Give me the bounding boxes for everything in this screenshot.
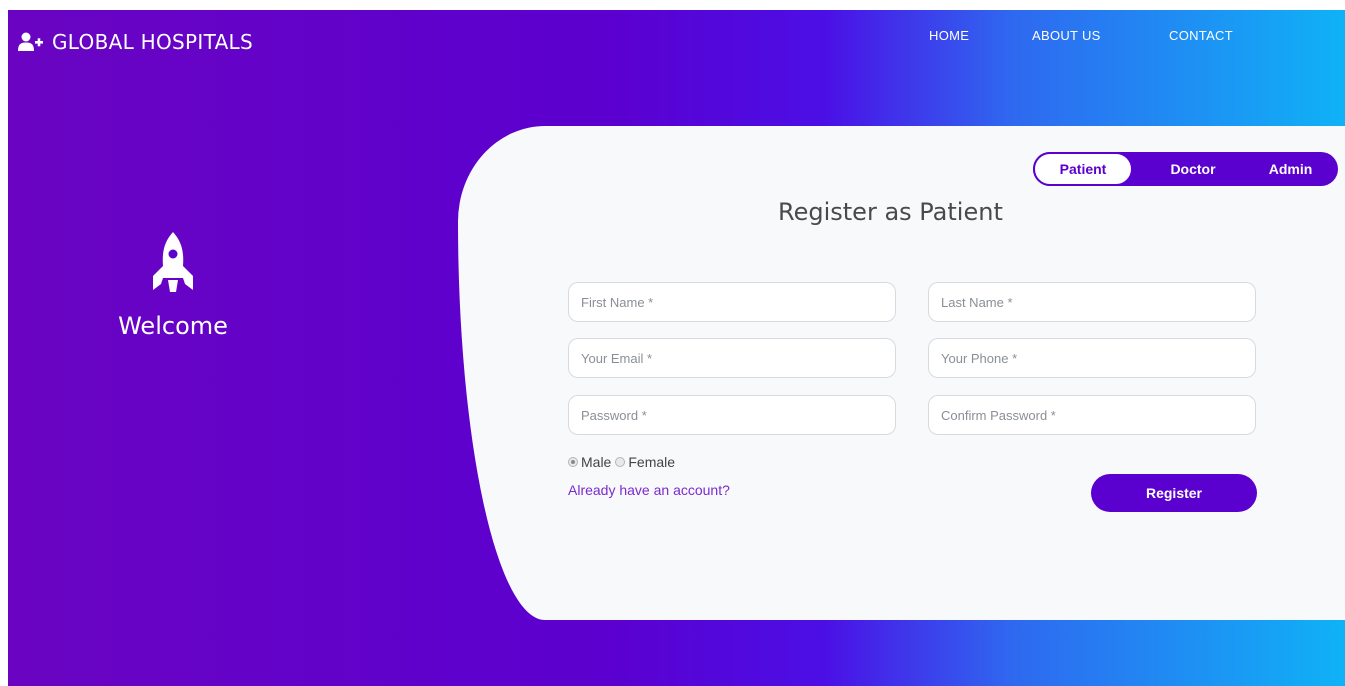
confirm-password-input[interactable] — [928, 395, 1256, 435]
form-title: Register as Patient — [778, 198, 1003, 226]
nav-contact[interactable]: CONTACT — [1169, 28, 1233, 43]
email-input[interactable] — [568, 338, 896, 378]
rocket-icon — [153, 232, 193, 292]
first-name-input[interactable] — [568, 282, 896, 322]
last-name-input[interactable] — [928, 282, 1256, 322]
welcome-text: Welcome — [118, 312, 228, 340]
gender-group: Male Female — [568, 454, 679, 470]
password-input[interactable] — [568, 395, 896, 435]
top-nav: HOME ABOUT US CONTACT — [8, 28, 1345, 48]
phone-input[interactable] — [928, 338, 1256, 378]
female-label: Female — [628, 454, 676, 470]
role-tabs: Patient Doctor Admin — [1033, 152, 1338, 186]
tab-patient[interactable]: Patient — [1033, 152, 1133, 186]
female-radio[interactable] — [615, 457, 626, 467]
nav-about-us[interactable]: ABOUT US — [1032, 28, 1101, 43]
tab-admin[interactable]: Admin — [1243, 152, 1338, 186]
male-label: Male — [581, 454, 612, 470]
page-background: GLOBAL HOSPITALS HOME ABOUT US CONTACT W… — [8, 10, 1345, 686]
tab-doctor[interactable]: Doctor — [1143, 152, 1243, 186]
login-link[interactable]: Already have an account? — [568, 482, 730, 498]
nav-home[interactable]: HOME — [929, 28, 969, 43]
male-radio[interactable] — [568, 457, 578, 467]
register-card: Patient Doctor Admin Register as Patient… — [458, 126, 1345, 620]
welcome-panel: Welcome — [58, 230, 288, 340]
register-button[interactable]: Register — [1091, 474, 1257, 512]
